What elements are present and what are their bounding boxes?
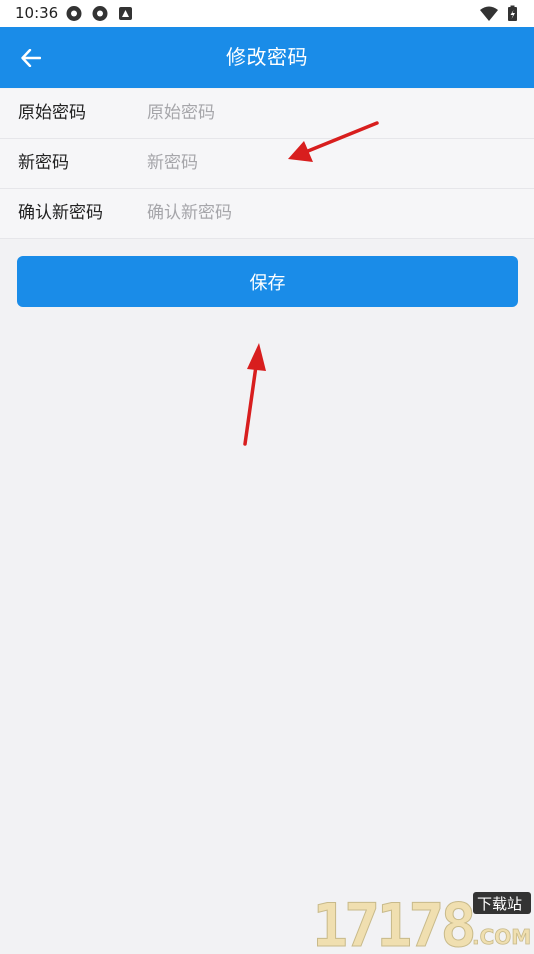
status-icons-right [480,5,522,26]
password-form: 原始密码 新密码 确认新密码 [0,89,534,239]
old-password-input[interactable] [147,97,517,129]
status-bar: 10:36 [0,0,534,27]
form-row-old-password: 原始密码 [0,89,534,139]
form-row-confirm-password: 确认新密码 [0,189,534,239]
save-button[interactable]: 保存 [17,256,518,307]
confirm-password-label: 确认新密码 [18,203,103,223]
page-title: 修改密码 [226,45,308,69]
system-notification-icon [119,7,132,20]
form-row-new-password: 新密码 [0,139,534,189]
watermark-logo: 17178 下载站 .COM [310,886,534,954]
new-password-input[interactable] [147,147,517,179]
watermark-digits: 17178 [312,891,473,950]
status-time: 10:36 [15,4,59,22]
status-icons-left [66,5,136,26]
confirm-password-input[interactable] [147,197,517,229]
wifi-icon [480,6,498,21]
app-bar: 修改密码 [0,27,534,88]
old-password-label: 原始密码 [18,103,86,123]
new-password-label: 新密码 [18,153,69,173]
back-button[interactable] [14,41,48,75]
watermark-site: 下载站 [477,895,522,913]
annotation-arrow-to-save [243,343,266,446]
watermark-domain: .COM [472,925,531,949]
battery-icon [508,5,517,21]
arrow-left-icon [21,49,41,67]
app-notification-icon [92,6,108,21]
app-notification-icon [66,6,82,21]
